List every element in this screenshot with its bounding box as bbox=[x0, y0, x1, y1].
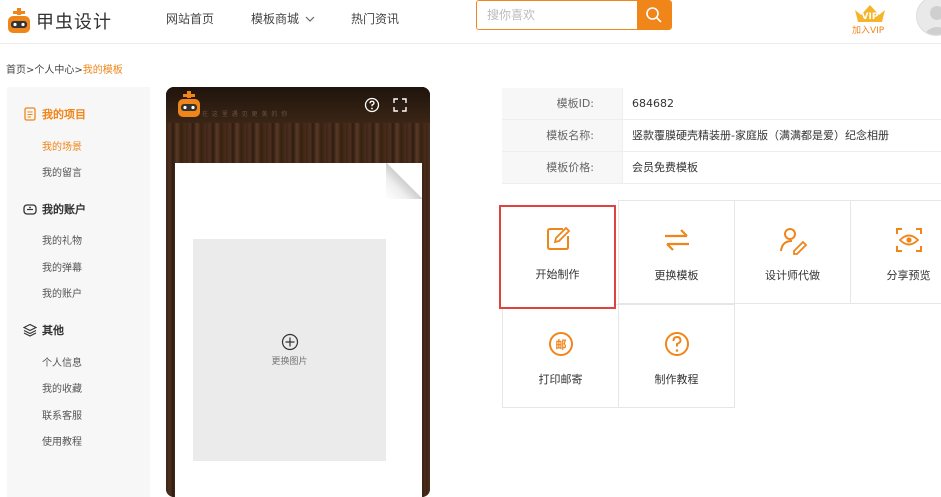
action-label: 打印邮寄 bbox=[538, 373, 583, 386]
sidebar: 我的项目 我的场景 我的留言 我的账户 我的礼物 我的弹幕 我的账户 其他 个人… bbox=[7, 87, 150, 497]
svg-text:邮: 邮 bbox=[555, 338, 566, 352]
search-input[interactable] bbox=[477, 1, 637, 29]
vip-label: 加入VIP bbox=[852, 26, 885, 36]
chevron-down-icon bbox=[305, 16, 315, 22]
search-button[interactable] bbox=[637, 1, 671, 29]
beetle-logo-icon bbox=[176, 91, 202, 119]
sidebar-item-my-messages[interactable]: 我的留言 bbox=[42, 164, 82, 179]
search-icon bbox=[646, 7, 662, 23]
breadcrumb-home[interactable]: 首页 bbox=[6, 65, 26, 76]
action-label: 制作教程 bbox=[654, 373, 699, 386]
designer-service-button[interactable]: 设计师代做 bbox=[734, 200, 851, 304]
crown-icon: VIP bbox=[855, 5, 885, 22]
top-header: 甲虫设计 网站首页 模板商城 热门资讯 VIP 加入VIP bbox=[0, 0, 941, 44]
site-logo[interactable]: 甲虫设计 bbox=[6, 4, 116, 38]
info-key: 模板ID: bbox=[502, 88, 622, 119]
info-value: 会员免费模板 bbox=[622, 152, 941, 183]
beetle-logo-icon bbox=[6, 8, 32, 34]
sidebar-item-personal-info[interactable]: 个人信息 bbox=[42, 354, 82, 369]
info-row: 模板ID: 684682 bbox=[502, 88, 941, 120]
breadcrumb-separator: > bbox=[74, 65, 83, 76]
change-image-label: 更换图片 bbox=[271, 357, 308, 367]
info-key: 模板名称: bbox=[502, 120, 622, 151]
action-label: 设计师代做 bbox=[765, 269, 820, 282]
template-preview: 在 这 里 遇 见 更 美 的 你 更换图片 bbox=[166, 87, 430, 497]
sidebar-item-tutorial[interactable]: 使用教程 bbox=[42, 433, 82, 448]
nav-hot-news[interactable]: 热门资讯 bbox=[351, 10, 399, 27]
action-label: 更换模板 bbox=[654, 269, 699, 282]
join-vip-button[interactable]: VIP 加入VIP bbox=[850, 2, 890, 36]
search-box bbox=[476, 0, 672, 30]
sidebar-section-my-account[interactable]: 我的账户 bbox=[23, 201, 86, 217]
sidebar-item-my-danmaku[interactable]: 我的弹幕 bbox=[42, 259, 82, 274]
nav-home[interactable]: 网站首页 bbox=[166, 10, 214, 27]
print-mail-button[interactable]: 邮 打印邮寄 bbox=[502, 304, 619, 408]
template-info-table: 模板ID: 684682 模板名称: 竖款覆膜硬壳精装册-家庭版（满满都是爱）纪… bbox=[502, 88, 941, 184]
mail-icon: 邮 bbox=[546, 329, 576, 359]
sidebar-section-other[interactable]: 其他 bbox=[23, 322, 64, 338]
sidebar-section-label: 我的账户 bbox=[42, 203, 86, 216]
sidebar-item-my-scenes[interactable]: 我的场景 bbox=[42, 138, 82, 153]
start-making-button[interactable]: 开始制作 bbox=[499, 205, 616, 309]
designer-icon bbox=[778, 225, 808, 255]
preview-tagline: 在 这 里 遇 见 更 美 的 你 bbox=[202, 111, 289, 118]
wallet-icon bbox=[23, 204, 37, 215]
breadcrumb-user-center[interactable]: 个人中心 bbox=[34, 65, 74, 76]
sidebar-section-label: 我的项目 bbox=[42, 108, 86, 121]
swap-template-button[interactable]: 更换模板 bbox=[618, 200, 735, 304]
breadcrumb-current: 我的模板 bbox=[82, 65, 123, 76]
eye-icon bbox=[894, 225, 924, 255]
nav-template-store[interactable]: 模板商城 bbox=[251, 10, 315, 27]
user-avatar-icon bbox=[923, 6, 941, 35]
sidebar-item-contact-support[interactable]: 联系客服 bbox=[42, 407, 82, 422]
document-icon bbox=[24, 107, 36, 121]
info-value: 684682 bbox=[622, 88, 941, 119]
layers-icon bbox=[23, 323, 37, 337]
swap-icon bbox=[662, 225, 692, 255]
page-curl bbox=[386, 163, 422, 199]
sidebar-section-my-projects[interactable]: 我的项目 bbox=[23, 106, 86, 122]
add-circle-icon bbox=[281, 333, 298, 351]
image-placeholder[interactable]: 更换图片 bbox=[193, 239, 386, 461]
breadcrumb: 首页>个人中心>我的模板 bbox=[6, 61, 123, 76]
fullscreen-icon[interactable] bbox=[392, 97, 408, 113]
share-preview-button[interactable]: 分享预览 bbox=[850, 200, 941, 304]
logo-text: 甲虫设计 bbox=[36, 12, 112, 33]
info-row: 模板名称: 竖款覆膜硬壳精装册-家庭版（满满都是爱）纪念相册 bbox=[502, 120, 941, 152]
info-row: 模板价格: 会员免费模板 bbox=[502, 152, 941, 184]
tutorial-button[interactable]: 制作教程 bbox=[618, 304, 735, 408]
action-label: 开始制作 bbox=[535, 268, 580, 281]
nav-template-store-label: 模板商城 bbox=[251, 12, 300, 26]
info-key: 模板价格: bbox=[502, 152, 622, 183]
info-value: 竖款覆膜硬壳精装册-家庭版（满满都是爱）纪念相册 bbox=[622, 120, 941, 151]
sidebar-item-my-account[interactable]: 我的账户 bbox=[42, 285, 82, 300]
sidebar-section-label: 其他 bbox=[42, 324, 64, 337]
sidebar-item-my-favorites[interactable]: 我的收藏 bbox=[42, 380, 82, 395]
action-label: 分享预览 bbox=[886, 269, 931, 282]
help-icon[interactable] bbox=[364, 97, 380, 113]
sidebar-item-my-gifts[interactable]: 我的礼物 bbox=[42, 232, 82, 247]
help-icon bbox=[662, 329, 692, 359]
svg-text:VIP: VIP bbox=[862, 12, 879, 22]
avatar[interactable] bbox=[916, 0, 941, 36]
edit-icon bbox=[543, 224, 573, 254]
